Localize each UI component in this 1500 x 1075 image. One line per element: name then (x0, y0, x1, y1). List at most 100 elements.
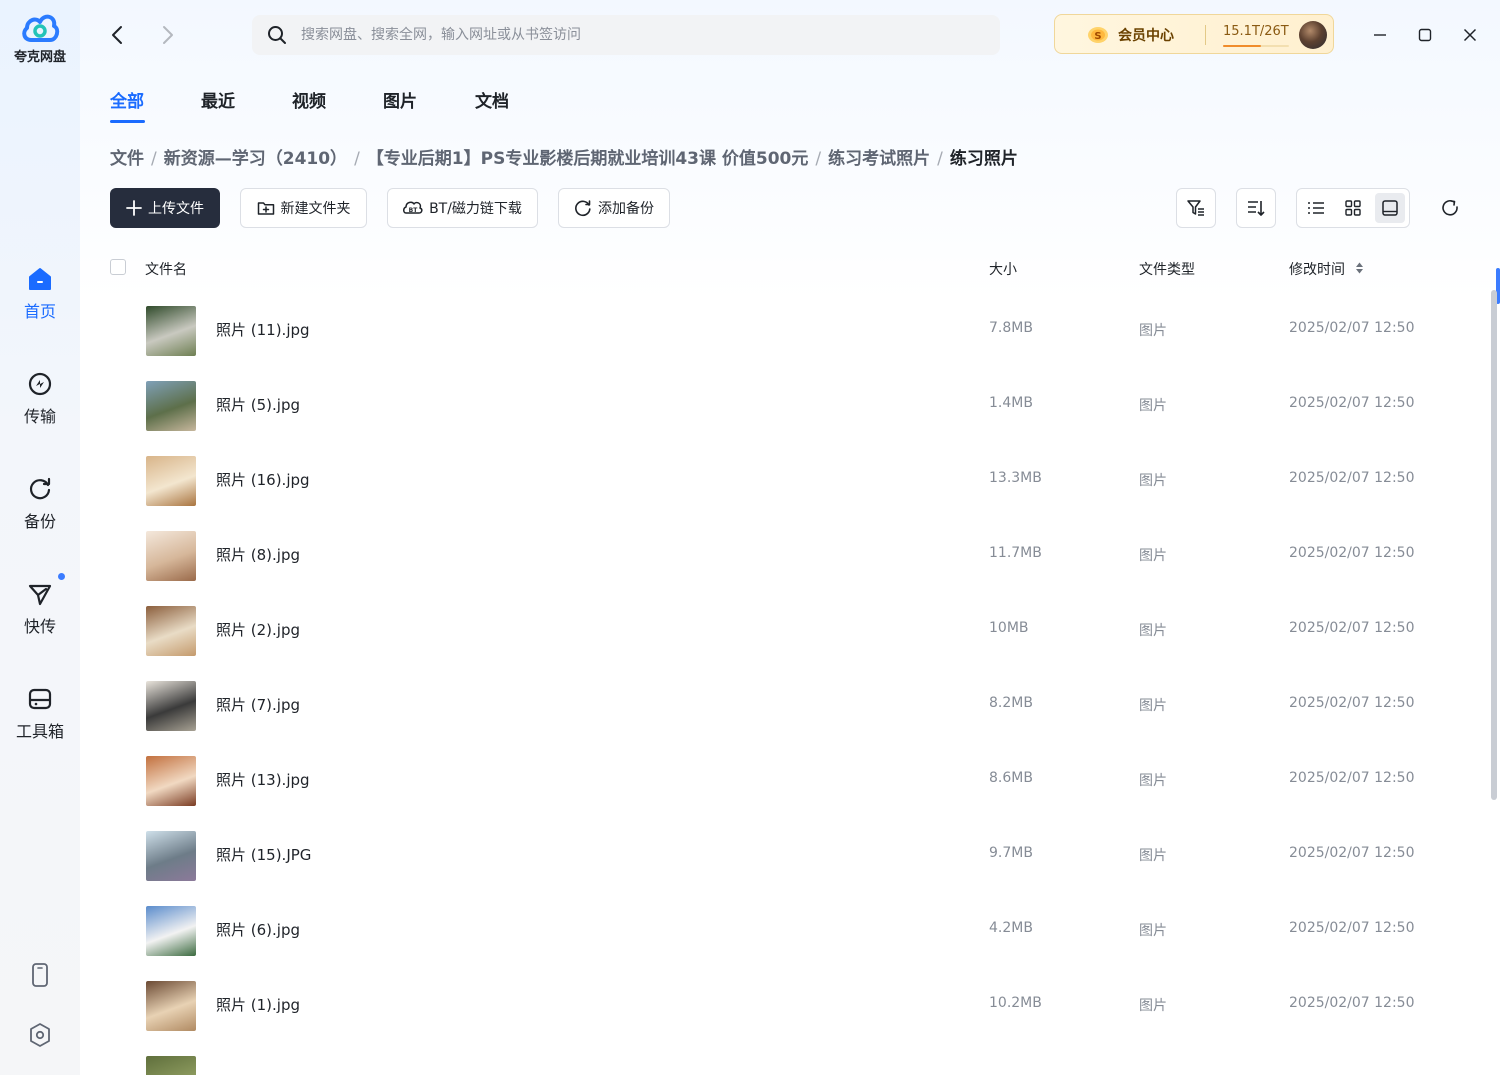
plus-icon (126, 200, 142, 216)
file-type: 图片 (1139, 848, 1167, 864)
select-all-checkbox[interactable] (110, 259, 126, 275)
column-header-type[interactable]: 文件类型 (1139, 259, 1195, 279)
upload-file-button[interactable]: 上传文件 (110, 188, 220, 228)
search-bar[interactable] (252, 15, 1000, 55)
file-modified-time: 2025/02/07 12:50 (1289, 920, 1415, 936)
file-size: 8.2MB (989, 695, 1033, 711)
settings-button[interactable] (0, 1022, 80, 1048)
refresh-button[interactable] (1430, 188, 1470, 228)
file-thumbnail (146, 1056, 196, 1075)
mobile-app-button[interactable] (0, 962, 80, 988)
svg-text:BT: BT (409, 207, 419, 214)
tab-image[interactable]: 图片 (383, 87, 417, 112)
file-thumbnail (146, 531, 196, 581)
scrollbar[interactable] (1491, 290, 1497, 800)
avatar[interactable] (1299, 21, 1327, 49)
sidebar-item-quick-send[interactable]: 快传 (0, 573, 80, 637)
cloud-logo-icon (22, 14, 60, 42)
table-row[interactable]: 照片 (15).JPG 9.7MB 图片 2025/02/07 12:50 (110, 818, 1480, 893)
back-button[interactable] (104, 22, 130, 48)
sidebar-item-backup[interactable]: 备份 (0, 476, 80, 532)
file-thumbnail (146, 756, 196, 806)
file-thumbnail (146, 606, 196, 656)
minimize-button[interactable] (1366, 21, 1394, 49)
active-tab-indicator (110, 120, 145, 123)
member-center-button[interactable]: S 会员中心 15.1T/26T (1054, 14, 1334, 54)
sidebar-item-toolbox[interactable]: 工具箱 (0, 686, 80, 742)
svg-text:S: S (1094, 31, 1101, 42)
sidebar-item-label: 快传 (23, 617, 56, 636)
bt-download-button[interactable]: BT BT/磁力链下载 (387, 188, 538, 228)
app-logo[interactable]: 夸克网盘 (0, 10, 80, 65)
forward-button[interactable] (155, 22, 181, 48)
tab-document[interactable]: 文档 (475, 87, 509, 112)
file-name[interactable]: 照片 (6).jpg (216, 919, 300, 940)
list-view-icon (1308, 202, 1324, 214)
column-header-size[interactable]: 大小 (989, 259, 1017, 279)
maximize-button[interactable] (1411, 21, 1439, 49)
table-row[interactable]: 照片 (8).jpg 11.7MB 图片 2025/02/07 12:50 (110, 518, 1480, 593)
table-row[interactable]: 照片 (5).jpg 1.4MB 图片 2025/02/07 12:50 (110, 368, 1480, 443)
file-size: 1.4MB (989, 395, 1033, 411)
table-row[interactable]: 照片 (7).jpg 8.2MB 图片 2025/02/07 12:50 (110, 668, 1480, 743)
sort-arrows-icon[interactable] (1355, 261, 1364, 275)
bt-download-label: BT/磁力链下载 (429, 201, 522, 217)
breadcrumb-item[interactable]: 【专业后期1】PS专业影楼后期就业培训43课 价值500元 (367, 149, 809, 169)
search-input[interactable] (299, 26, 983, 44)
filter-button[interactable] (1176, 188, 1216, 228)
breadcrumb-item[interactable]: 文件 (110, 149, 144, 169)
file-thumbnail (146, 381, 196, 431)
upload-file-label: 上传文件 (148, 201, 204, 217)
add-backup-label: 添加备份 (598, 201, 654, 217)
grid-view-button[interactable] (1338, 193, 1368, 223)
table-row[interactable]: 照片 (16).jpg 13.3MB 图片 2025/02/07 12:50 (110, 443, 1480, 518)
table-row[interactable]: 照片 (2).jpg 10MB 图片 2025/02/07 12:50 (110, 593, 1480, 668)
sidebar-item-label: 传输 (23, 407, 56, 426)
file-size: 10.2MB (989, 995, 1042, 1011)
file-size: 7.8MB (989, 320, 1033, 336)
file-size: 4.2MB (989, 920, 1033, 936)
large-view-button[interactable] (1375, 193, 1405, 223)
add-backup-button[interactable]: 添加备份 (558, 188, 670, 228)
storage-quota: 15.1T/26T (1223, 24, 1289, 39)
tab-all[interactable]: 全部 (110, 87, 144, 112)
file-name[interactable]: 照片 (7).jpg (216, 694, 300, 715)
file-type: 图片 (1139, 473, 1167, 489)
member-center-label: 会员中心 (1118, 28, 1174, 44)
file-name[interactable]: 照片 (11).jpg (216, 319, 310, 340)
file-modified-time: 2025/02/07 12:50 (1289, 695, 1415, 711)
table-row[interactable]: 照片 (13).jpg 8.6MB 图片 2025/02/07 12:50 (110, 743, 1480, 818)
file-name[interactable]: 照片 (5).jpg (216, 394, 300, 415)
table-row[interactable] (110, 1043, 1480, 1075)
file-modified-time: 2025/02/07 12:50 (1289, 845, 1415, 861)
list-view-button[interactable] (1301, 193, 1331, 223)
file-name[interactable]: 照片 (15).JPG (216, 844, 311, 865)
table-row[interactable]: 照片 (6).jpg 4.2MB 图片 2025/02/07 12:50 (110, 893, 1480, 968)
filter-icon (1187, 200, 1204, 216)
file-name[interactable]: 照片 (16).jpg (216, 469, 310, 490)
sidebar-item-home[interactable]: 首页 (0, 266, 80, 322)
app-window: 夸克网盘 首页 传输 备份 快传 工具箱 搜索网盘、搜索全网，输入网址或从书签访… (0, 0, 1500, 1075)
file-name[interactable]: 照片 (8).jpg (216, 544, 300, 565)
breadcrumb-item[interactable]: 练习考试照片 (828, 149, 930, 169)
search-icon (268, 26, 286, 44)
tab-video[interactable]: 视频 (292, 87, 326, 112)
file-name[interactable]: 照片 (13).jpg (216, 769, 310, 790)
sidebar-item-transfer[interactable]: 传输 (0, 371, 80, 427)
column-header-modified[interactable]: 修改时间 (1289, 259, 1345, 279)
table-row[interactable]: 照片 (1).jpg 10.2MB 图片 2025/02/07 12:50 (110, 968, 1480, 1043)
transfer-icon (28, 372, 52, 396)
breadcrumb-item[interactable]: 新资源—学习（2410） (164, 149, 347, 169)
table-row[interactable]: 照片 (11).jpg 7.8MB 图片 2025/02/07 12:50 (110, 293, 1480, 368)
file-name[interactable]: 照片 (1).jpg (216, 994, 300, 1015)
large-view-icon (1382, 200, 1398, 216)
tab-recent[interactable]: 最近 (201, 87, 235, 112)
file-name[interactable]: 照片 (2).jpg (216, 619, 300, 640)
column-header-name[interactable]: 文件名 (145, 259, 187, 279)
breadcrumb-current: 练习照片 (949, 149, 1018, 169)
file-type: 图片 (1139, 998, 1167, 1014)
sort-button[interactable] (1236, 188, 1276, 228)
new-folder-button[interactable]: 新建文件夹 (240, 188, 367, 228)
settings-icon (30, 1023, 50, 1047)
close-button[interactable] (1456, 21, 1484, 49)
